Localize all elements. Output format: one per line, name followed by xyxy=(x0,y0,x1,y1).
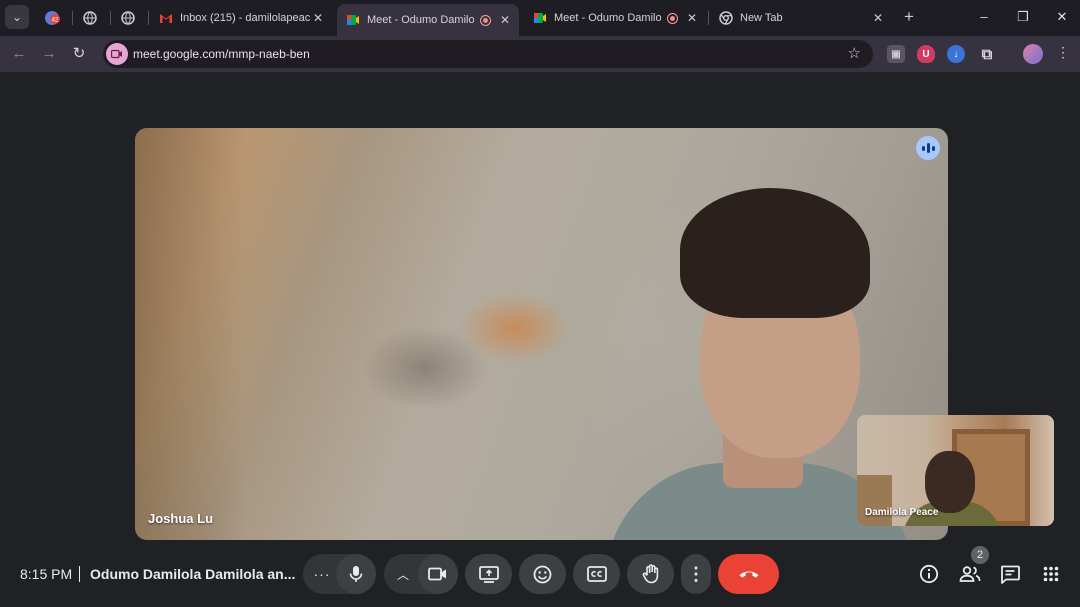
tab-title: New Tab xyxy=(740,12,783,24)
badge-app-icon: 42 xyxy=(44,10,60,26)
speaking-indicator-icon xyxy=(916,136,940,160)
close-window-button[interactable]: ✕ xyxy=(1051,6,1073,28)
camera-button[interactable] xyxy=(418,554,458,594)
tab-meet-active[interactable]: Meet - Odumo Damilola ✕ xyxy=(337,4,519,36)
more-vertical-icon: ⋮ xyxy=(687,563,705,584)
tab-pinned-app[interactable]: 42 xyxy=(36,5,70,31)
extension-icon-1[interactable]: ▣ xyxy=(887,45,905,63)
svg-text:42: 42 xyxy=(52,18,59,24)
shield-extension-icon[interactable]: U xyxy=(917,45,935,63)
tab-meet-2[interactable]: Meet - Odumo Damilola ✕ xyxy=(524,5,706,31)
closed-captions-icon xyxy=(586,566,607,582)
meet-stage: Joshua Lu Damilola Peace 8:15 PM Odumo D… xyxy=(0,72,1080,607)
new-tab-button[interactable]: + xyxy=(899,8,919,28)
tab-gmail-inbox[interactable]: Inbox (215) - damilolapeace ✕ xyxy=(150,5,332,31)
bookmark-star-icon[interactable]: ☆ xyxy=(848,44,861,62)
tab-title: Meet - Odumo Damilola xyxy=(554,12,661,24)
more-options-button[interactable]: ⋮ xyxy=(681,554,711,594)
camera-control-group: ︿ xyxy=(384,554,458,594)
globe-icon xyxy=(120,10,136,26)
tab-strip: ⌄ 42 Inbox (215) - damilolapeace ✕ Meet … xyxy=(0,0,1080,36)
people-button[interactable] xyxy=(957,562,983,586)
address-bar[interactable]: meet.google.com/mmp-naeb-ben ☆ xyxy=(103,40,873,68)
chevron-up-icon: ︿ xyxy=(396,567,409,582)
meeting-title: Odumo Damilola Damilola an... xyxy=(90,566,296,582)
close-icon[interactable]: ✕ xyxy=(684,11,700,25)
tab-globe-2[interactable] xyxy=(112,5,146,31)
gmail-icon xyxy=(158,10,174,26)
browser-toolbar: ← → ↻ meet.google.com/mmp-naeb-ben ☆ ▣ U… xyxy=(0,36,1080,72)
info-icon xyxy=(919,564,939,584)
forward-button[interactable]: → xyxy=(38,43,60,65)
meet-icon xyxy=(532,10,548,26)
meeting-details-button[interactable] xyxy=(917,562,941,586)
chrome-icon xyxy=(718,10,734,26)
site-info-icon[interactable] xyxy=(106,43,128,65)
tab-title: Meet - Odumo Damilola xyxy=(367,14,474,26)
puzzle-extensions-icon[interactable]: ⧉ xyxy=(978,45,996,63)
mic-control-group: ··· xyxy=(303,554,376,594)
captions-button[interactable] xyxy=(573,554,620,594)
meeting-time: 8:15 PM xyxy=(20,566,73,582)
close-icon[interactable]: ✕ xyxy=(870,11,886,25)
tab-new-tab[interactable]: New Tab ✕ xyxy=(710,5,892,31)
tab-search-button[interactable]: ⌄ xyxy=(5,5,29,29)
present-screen-button[interactable] xyxy=(465,554,512,594)
end-call-icon xyxy=(739,571,758,578)
restore-button[interactable]: ❐ xyxy=(1012,6,1034,28)
browser-menu-icon[interactable]: ⋮ xyxy=(1056,44,1070,61)
close-icon[interactable]: ✕ xyxy=(310,11,326,25)
url-text: meet.google.com/mmp-naeb-ben xyxy=(133,47,310,61)
chat-icon xyxy=(1001,565,1020,584)
activities-button[interactable] xyxy=(1039,562,1063,586)
microphone-icon xyxy=(349,566,363,582)
meet-icon xyxy=(345,12,361,28)
raise-hand-button[interactable] xyxy=(627,554,674,594)
globe-icon xyxy=(82,10,98,26)
video-camera-icon xyxy=(428,567,446,581)
cloud-download-icon[interactable]: ↓ xyxy=(947,45,965,63)
profile-avatar[interactable] xyxy=(1023,44,1043,64)
present-screen-icon xyxy=(478,565,499,583)
video-settings-button[interactable]: ︿ xyxy=(392,554,414,594)
main-video-tile[interactable]: Joshua Lu xyxy=(135,128,948,540)
raise-hand-icon xyxy=(642,564,658,584)
back-button[interactable]: ← xyxy=(8,43,30,65)
microphone-button[interactable] xyxy=(336,554,376,594)
more-horizontal-icon: ··· xyxy=(313,566,331,582)
recording-icon xyxy=(667,12,678,24)
tab-globe-1[interactable] xyxy=(74,5,108,31)
minimize-button[interactable]: – xyxy=(973,6,995,28)
apps-grid-icon xyxy=(1043,566,1059,582)
reload-button[interactable]: ↻ xyxy=(68,43,90,65)
leave-call-button[interactable] xyxy=(718,554,779,594)
emoji-icon xyxy=(533,565,552,583)
recording-icon xyxy=(480,14,491,26)
chat-button[interactable] xyxy=(998,562,1022,586)
close-icon[interactable]: ✕ xyxy=(497,13,513,27)
people-icon xyxy=(959,566,981,582)
audio-settings-button[interactable]: ··· xyxy=(311,554,333,594)
reactions-button[interactable] xyxy=(519,554,566,594)
tab-title: Inbox (215) - damilolapeace xyxy=(180,12,310,24)
self-video-tile[interactable]: Damilola Peace xyxy=(857,415,1054,526)
self-name: Damilola Peace xyxy=(865,507,939,518)
participant-name: Joshua Lu xyxy=(148,511,214,526)
chevron-down-icon: ⌄ xyxy=(11,10,23,24)
